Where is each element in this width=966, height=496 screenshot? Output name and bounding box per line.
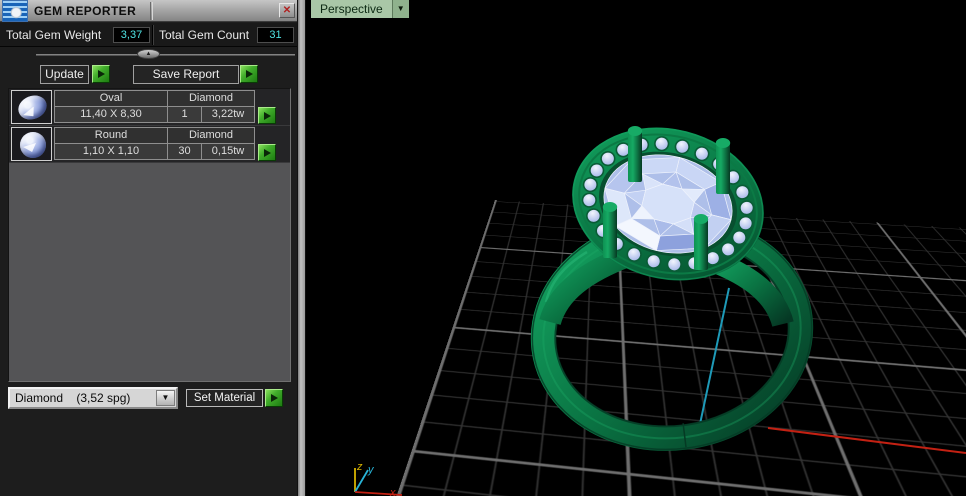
gem-count: 30 [168,144,201,159]
axis-gizmo: z y x [354,461,403,496]
total-weight-label: Total Gem Weight [6,28,102,42]
gem-size: 11,40 X 8,30 [55,107,167,122]
chevron-down-icon[interactable]: ▼ [391,0,409,18]
oval-gem-icon [11,90,52,124]
panel-splitter[interactable] [36,54,295,56]
total-count-label: Total Gem Count [159,28,250,42]
gem-weight: 3,22tw [202,107,254,122]
totals-bar: Total Gem Weight 3,37 Total Gem Count 31 [0,23,297,47]
ring-model-scene: z y x [354,126,966,496]
update-run-button[interactable] [92,65,110,83]
gem-reporter-app: GEM REPORTER ✕ Total Gem Weight 3,37 Tot… [0,0,966,496]
gem-list: Oval Diamond 11,40 X 8,30 1 3,22tw Round [8,88,291,382]
panel-title: GEM REPORTER [34,4,137,18]
gem-row-round[interactable]: Round Diamond 1,10 X 1,10 30 0,15tw [9,126,290,163]
z-axis-label: z [356,461,363,473]
gem-reporter-icon [2,0,28,22]
y-axis-label: y [367,464,375,476]
material-select[interactable]: Diamond (3,52 spg) ▼ [8,387,178,409]
chevron-down-icon[interactable]: ▼ [156,390,175,406]
play-icon [97,70,105,78]
panel-resize-handle[interactable] [297,0,306,496]
close-icon[interactable]: ✕ [279,3,295,18]
total-weight-value: 3,37 [113,27,150,43]
gem-row-select-button[interactable] [258,144,276,161]
gem-size: 1,10 X 1,10 [55,144,167,159]
gem-shape: Oval [55,91,167,106]
gem-count: 1 [168,107,201,122]
play-icon [263,148,271,157]
play-icon [245,70,253,78]
save-report-run-button[interactable] [240,65,258,83]
round-gem-icon [11,127,52,161]
titlebar-divider [150,2,153,20]
save-report-button[interactable]: Save Report [133,65,239,84]
update-button[interactable]: Update [40,65,89,84]
gem-table: Oval Diamond 11,40 X 8,30 1 3,22tw [54,90,255,123]
y-axis-line [699,287,730,425]
collapse-handle[interactable]: ▲ [137,49,160,59]
x-axis-label: x [389,487,396,496]
set-material-run-button[interactable] [265,389,283,407]
gem-table: Round Diamond 1,10 X 1,10 30 0,15tw [54,127,255,160]
total-count-value: 31 [257,27,294,43]
gem-reporter-panel: GEM REPORTER ✕ Total Gem Weight 3,37 Tot… [0,0,297,496]
stats-separator [152,25,154,45]
perspective-viewport[interactable]: z y x Perspective ▼ [306,0,966,496]
viewport-tab[interactable]: Perspective ▼ [311,0,409,18]
play-icon [270,394,278,402]
gem-material: Diamond [168,128,254,143]
viewport-title[interactable]: Perspective [311,0,392,18]
gem-weight: 0,15tw [202,144,254,159]
gem-row-oval[interactable]: Oval Diamond 11,40 X 8,30 1 3,22tw [9,89,290,126]
x-axis-line [767,427,966,454]
set-material-button[interactable]: Set Material [186,389,263,407]
gem-material: Diamond [168,91,254,106]
material-selected-value: Diamond (3,52 spg) [15,391,131,405]
play-icon [263,111,271,120]
gem-shape: Round [55,128,167,143]
panel-titlebar[interactable]: GEM REPORTER ✕ [0,0,297,22]
gem-row-select-button[interactable] [258,107,276,124]
